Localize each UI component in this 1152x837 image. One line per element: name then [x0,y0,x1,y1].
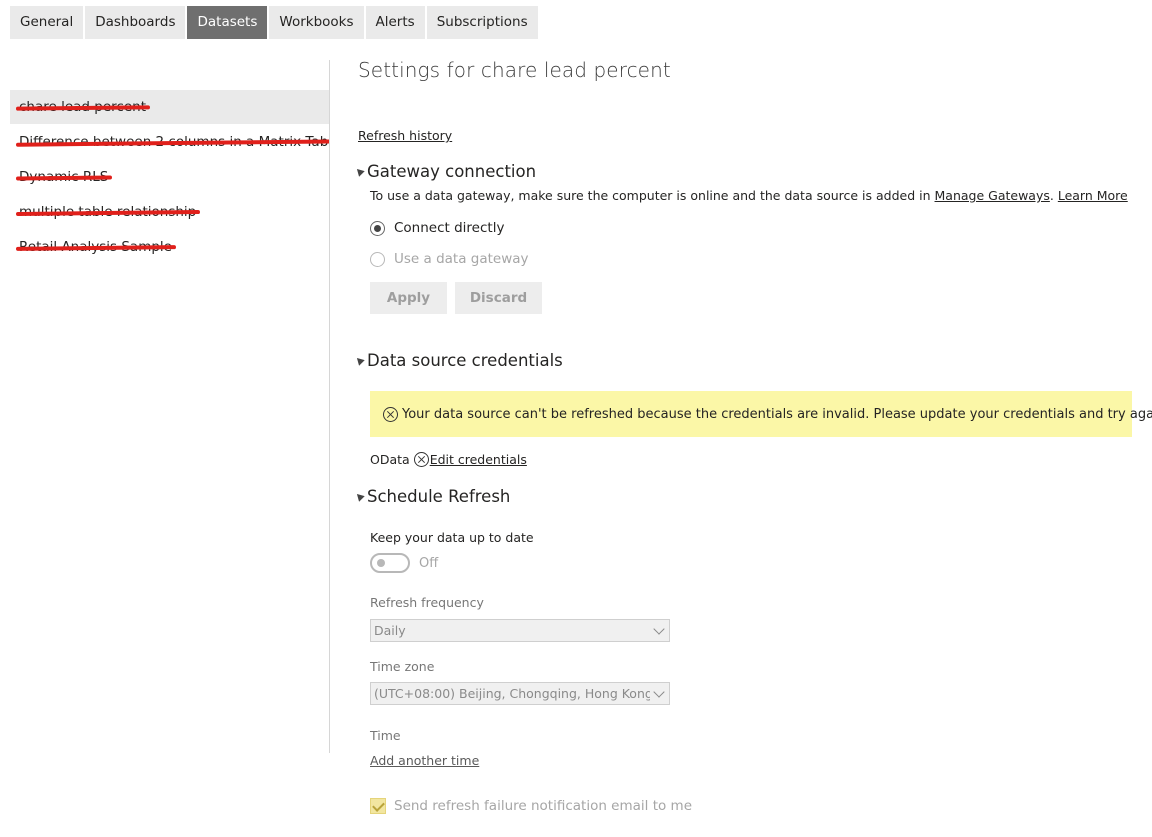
time-zone-label: Time zone [370,659,435,674]
chevron-down-icon [653,686,665,698]
caret-collapse-icon [354,355,365,366]
tab-workbooks[interactable]: Workbooks [269,6,364,39]
toggle-state-label: Off [419,555,439,571]
radio-use-gateway[interactable]: Use a data gateway [370,251,529,267]
source-type: OData [370,452,410,467]
refresh-history-link[interactable]: Refresh history [358,128,452,143]
tab-datasets[interactable]: Datasets [187,6,268,39]
warning-text: Your data source can't be refreshed beca… [402,406,1152,422]
keep-up-to-date-label: Keep your data up to date [370,530,534,545]
refresh-frequency-label: Refresh frequency [370,595,484,610]
dataset-item[interactable]: Retail Analysis Sample [10,230,329,264]
credentials-heading: Data source credentials [367,351,563,370]
dataset-list: chare lead percent Difference between 2 … [10,60,330,753]
tab-subscriptions[interactable]: Subscriptions [426,6,538,39]
circle-x-icon [383,406,398,422]
add-another-time-link[interactable]: Add another time [370,753,479,768]
tab-general[interactable]: General [10,6,84,39]
caret-collapse-icon [354,166,365,177]
time-zone-select[interactable]: (UTC+08:00) Beijing, Chongqing, Hong Kon… [370,682,670,705]
edit-credentials-link[interactable]: Edit credentials [430,452,527,467]
circle-x-icon [413,452,429,467]
apply-button[interactable]: Apply [370,282,447,314]
tab-dashboards[interactable]: Dashboards [85,6,186,39]
radio-unchecked-icon [370,251,385,267]
refresh-toggle-row: Off [370,553,438,573]
notify-label: Send refresh failure notification email … [394,798,693,814]
gateway-section-header[interactable]: Gateway connection [354,162,536,181]
schedule-section-header[interactable]: Schedule Refresh [354,487,510,506]
dataset-item[interactable]: chare lead percent [10,90,329,124]
gateway-heading: Gateway connection [367,162,537,181]
dataset-item[interactable]: Difference between 2 columns in a Matrix… [10,125,329,159]
page-title: Settings for chare lead percent [358,58,671,82]
credentials-section-header[interactable]: Data source credentials [354,351,563,370]
time-label: Time [370,728,401,743]
gateway-description: To use a data gateway, make sure the com… [370,188,1128,203]
checkbox-checked-icon[interactable] [370,798,386,814]
odata-credential-row: OData Edit credentials [370,452,527,467]
dataset-item[interactable]: Dynamic RLS [10,160,329,194]
schedule-heading: Schedule Refresh [367,487,511,506]
credentials-warning-banner: Your data source can't be refreshed beca… [370,391,1152,437]
chevron-down-icon [653,623,665,635]
radio-checked-icon [370,220,385,236]
radio-connect-directly[interactable]: Connect directly [370,220,504,236]
discard-button[interactable]: Discard [455,282,542,314]
learn-more-link[interactable]: Learn More [1058,188,1128,203]
tab-bar: General Dashboards Datasets Workbooks Al… [10,6,538,39]
tab-alerts[interactable]: Alerts [365,6,425,39]
refresh-frequency-select[interactable]: Daily [370,619,670,642]
refresh-toggle[interactable] [370,553,410,573]
notify-checkbox-row[interactable]: Send refresh failure notification email … [370,798,692,814]
manage-gateways-link[interactable]: Manage Gateways [935,188,1050,203]
dataset-item[interactable]: multiple table relationship [10,195,329,229]
caret-collapse-icon [354,491,365,502]
